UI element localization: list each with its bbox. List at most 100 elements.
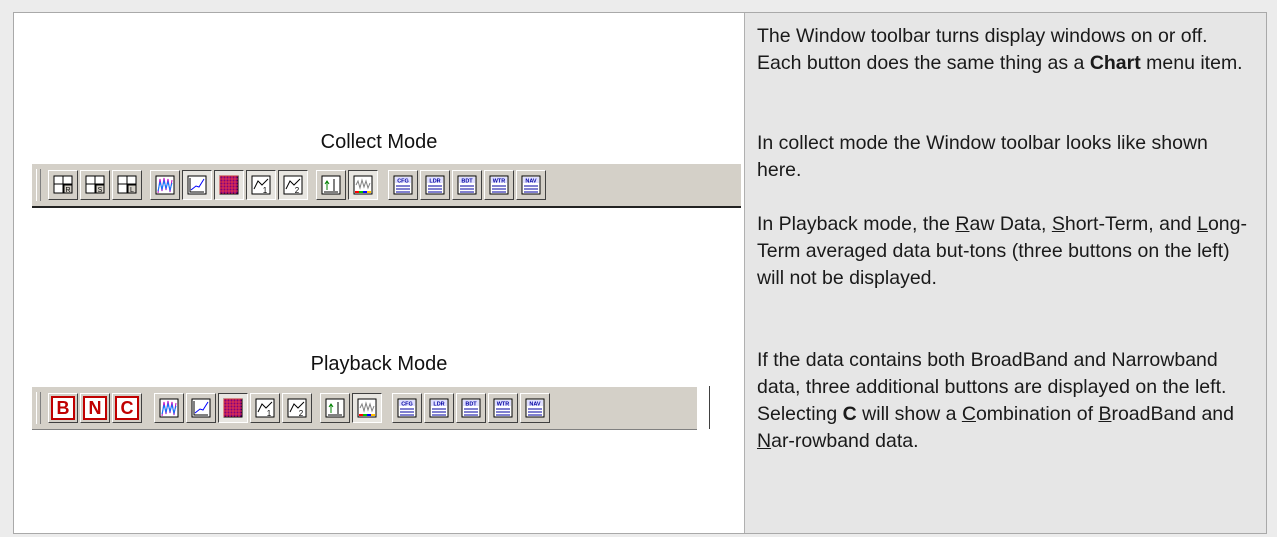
text-run: roadBand and: [1111, 403, 1234, 425]
up-chart-button[interactable]: [316, 170, 346, 200]
toolbar-edge: [709, 386, 710, 429]
line-chart-icon: [189, 396, 213, 420]
nav-icon: NAV: [519, 173, 543, 197]
playback-mode-label: Playback Mode: [310, 353, 448, 375]
text-run: S: [1051, 213, 1065, 235]
text-run: N: [757, 430, 772, 452]
description-paragraph-1: The Window toolbar turns display windows…: [757, 25, 1243, 74]
text-run: ar-rowband data.: [771, 430, 919, 452]
spectrum-button[interactable]: [154, 393, 184, 423]
grid-chart-button[interactable]: [218, 393, 248, 423]
short-term-button[interactable]: S: [80, 170, 110, 200]
up-chart-icon: [323, 396, 347, 420]
long-term-button[interactable]: L: [112, 170, 142, 200]
svg-text:WTR: WTR: [493, 179, 506, 185]
svg-text:WTR: WTR: [497, 402, 510, 408]
grid-chart-button[interactable]: [214, 170, 244, 200]
text-run: C: [842, 403, 857, 425]
letter-b-icon: B: [51, 396, 75, 420]
wtr-button[interactable]: WTR: [488, 393, 518, 423]
nav-button[interactable]: NAV: [520, 393, 550, 423]
text-run: hort-Term, and: [1064, 213, 1198, 235]
text-run: B: [1098, 403, 1112, 425]
up-chart-button[interactable]: [320, 393, 350, 423]
svg-text:2: 2: [295, 186, 300, 195]
playback-c-button[interactable]: C: [112, 393, 142, 423]
collect-mode-label: Collect Mode: [320, 131, 438, 153]
letter-n-icon: N: [83, 396, 107, 420]
svg-text:CFG: CFG: [401, 402, 413, 408]
illustration-cell: Collect Mode R S L 1 2 CFG LDR BDT WTR NAV Playba…: [14, 13, 745, 533]
text-run: will show a: [856, 403, 962, 425]
raw-data-button[interactable]: R: [48, 170, 78, 200]
waveform-button[interactable]: [348, 170, 378, 200]
letter-c-icon: C: [115, 396, 139, 420]
description-cell: The Window toolbar turns display windows…: [745, 13, 1266, 533]
bdt-button[interactable]: BDT: [452, 170, 482, 200]
chart1-icon: 1: [249, 173, 273, 197]
text-run: ombination of: [975, 403, 1099, 425]
nav-button[interactable]: NAV: [516, 170, 546, 200]
text-run: aw Data,: [969, 213, 1052, 235]
up-chart-icon: [319, 173, 343, 197]
svg-text:LDR: LDR: [429, 179, 440, 185]
spectrum-button[interactable]: [150, 170, 180, 200]
chart1-icon: 1: [253, 396, 277, 420]
line-chart-button[interactable]: [182, 170, 212, 200]
ldr-icon: LDR: [427, 396, 451, 420]
chart2-icon: 2: [285, 396, 309, 420]
bdt-icon: BDT: [455, 173, 479, 197]
playback-n-button[interactable]: N: [80, 393, 110, 423]
waveform-icon: [355, 396, 379, 420]
chart1-button[interactable]: 1: [250, 393, 280, 423]
short-term-icon: S: [83, 173, 107, 197]
ldr-icon: LDR: [423, 173, 447, 197]
wtr-button[interactable]: WTR: [484, 170, 514, 200]
grid-chart-icon: [221, 396, 245, 420]
svg-text:NAV: NAV: [529, 402, 541, 408]
toolbar-grip[interactable]: [36, 169, 41, 201]
svg-text:2: 2: [299, 409, 304, 418]
cfg-button[interactable]: CFG: [388, 170, 418, 200]
waveform-button[interactable]: [352, 393, 382, 423]
chart2-icon: 2: [281, 173, 305, 197]
wtr-icon: WTR: [487, 173, 511, 197]
ldr-button[interactable]: LDR: [424, 393, 454, 423]
raw-data-icon: R: [51, 173, 75, 197]
bdt-icon: BDT: [459, 396, 483, 420]
svg-text:R: R: [65, 187, 70, 194]
cfg-icon: CFG: [395, 396, 419, 420]
description-paragraph-4: If the data contains both BroadBand and …: [757, 347, 1257, 455]
playback-b-button[interactable]: B: [48, 393, 78, 423]
line-chart-icon: [185, 173, 209, 197]
chart2-button[interactable]: 2: [282, 393, 312, 423]
text-run: R: [955, 213, 970, 235]
text-run: C: [961, 403, 976, 425]
grid-chart-icon: [217, 173, 241, 197]
collect-window-toolbar: R S L 1 2 CFG LDR BDT WTR NAV: [32, 163, 741, 208]
chart1-button[interactable]: 1: [246, 170, 276, 200]
svg-text:NAV: NAV: [525, 179, 537, 185]
line-chart-button[interactable]: [186, 393, 216, 423]
svg-text:CFG: CFG: [397, 179, 409, 185]
svg-text:1: 1: [263, 186, 268, 195]
toolbar-grip[interactable]: [36, 392, 41, 424]
text-run: L: [1197, 213, 1208, 235]
cfg-button[interactable]: CFG: [392, 393, 422, 423]
svg-text:S: S: [98, 187, 103, 194]
bdt-button[interactable]: BDT: [456, 393, 486, 423]
spectrum-icon: [157, 396, 181, 420]
description-paragraph-2: In collect mode the Window toolbar looks…: [757, 132, 1208, 181]
wtr-icon: WTR: [491, 396, 515, 420]
svg-text:BDT: BDT: [465, 402, 477, 408]
playback-window-toolbar: B N C 1 2 CFG LDR BDT WTR NAV: [32, 386, 697, 430]
nav-icon: NAV: [523, 396, 547, 420]
text-run: In Playback mode, the: [757, 213, 956, 235]
chart2-button[interactable]: 2: [278, 170, 308, 200]
content-table: Collect Mode R S L 1 2 CFG LDR BDT WTR NAV Playba…: [13, 12, 1267, 534]
cfg-icon: CFG: [391, 173, 415, 197]
waveform-icon: [351, 173, 375, 197]
ldr-button[interactable]: LDR: [420, 170, 450, 200]
svg-text:1: 1: [267, 409, 272, 418]
svg-text:LDR: LDR: [433, 402, 444, 408]
